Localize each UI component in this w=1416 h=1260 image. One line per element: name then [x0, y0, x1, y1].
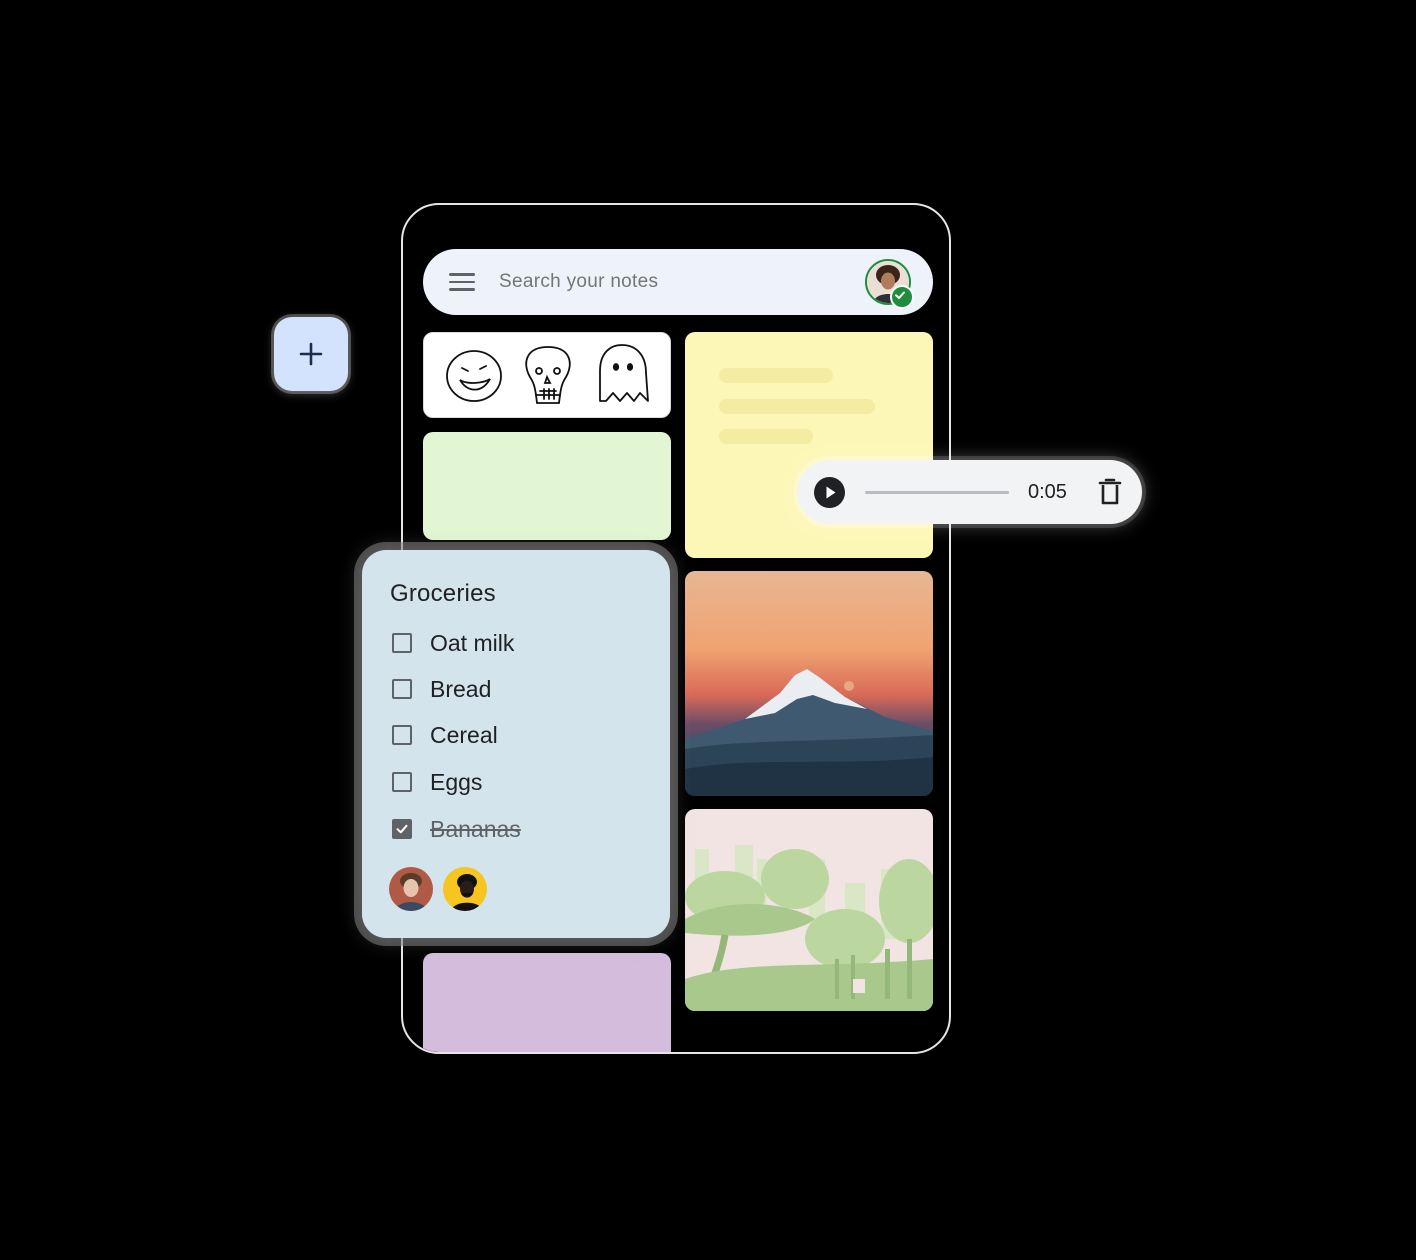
text-placeholder-line [719, 368, 833, 383]
search-bar[interactable] [423, 249, 933, 315]
yellow-note[interactable] [685, 332, 933, 558]
checklist-item[interactable]: Eggs [392, 767, 652, 797]
collaborator-avatar[interactable] [443, 867, 487, 911]
checkbox-checked[interactable] [392, 819, 412, 839]
audio-duration: 0:05 [1028, 481, 1067, 503]
play-button[interactable] [814, 477, 845, 508]
checkbox[interactable] [392, 772, 412, 792]
plus-icon [299, 342, 323, 366]
skull-doodle [525, 346, 571, 404]
audio-progress-track[interactable] [865, 491, 1009, 494]
collaborator-avatar[interactable] [389, 867, 433, 911]
checkbox[interactable] [392, 679, 412, 699]
menu-icon[interactable] [449, 273, 475, 291]
groceries-note[interactable]: Groceries Oat milk Bread Cereal Eggs Ban… [362, 550, 670, 938]
drawing-note[interactable] [423, 332, 671, 418]
checklist-item-label: Bread [430, 676, 492, 702]
checklist-item[interactable]: Oat milk [392, 628, 652, 658]
trash-icon [1098, 478, 1122, 505]
checkbox[interactable] [392, 725, 412, 745]
checklist-item[interactable]: Bananas [392, 814, 652, 844]
search-input[interactable] [499, 249, 859, 315]
text-placeholder-line [719, 399, 875, 414]
checklist-item[interactable]: Bread [392, 674, 652, 704]
checkmark-icon [396, 824, 408, 834]
green-note[interactable] [423, 432, 671, 540]
text-placeholder-line [719, 429, 813, 444]
checklist-item[interactable]: Cereal [392, 720, 652, 750]
checklist-item-label: Eggs [430, 769, 483, 795]
play-icon [826, 486, 836, 499]
delete-recording-button[interactable] [1098, 478, 1122, 506]
mountain-photo-note[interactable] [685, 571, 933, 796]
checkbox[interactable] [392, 633, 412, 653]
note-title: Groceries [390, 580, 496, 607]
checklist-item-label: Bananas [430, 816, 521, 842]
smiley-doodle [446, 350, 502, 402]
checklist-item-label: Cereal [430, 722, 498, 748]
ghost-doodle [599, 344, 649, 402]
add-note-button[interactable] [274, 317, 348, 391]
purple-note[interactable] [423, 953, 671, 1052]
voice-recording-player: 0:05 [797, 460, 1142, 524]
sync-check-icon [890, 285, 914, 309]
checklist-item-label: Oat milk [430, 630, 515, 656]
forest-image-note[interactable] [685, 809, 933, 1011]
